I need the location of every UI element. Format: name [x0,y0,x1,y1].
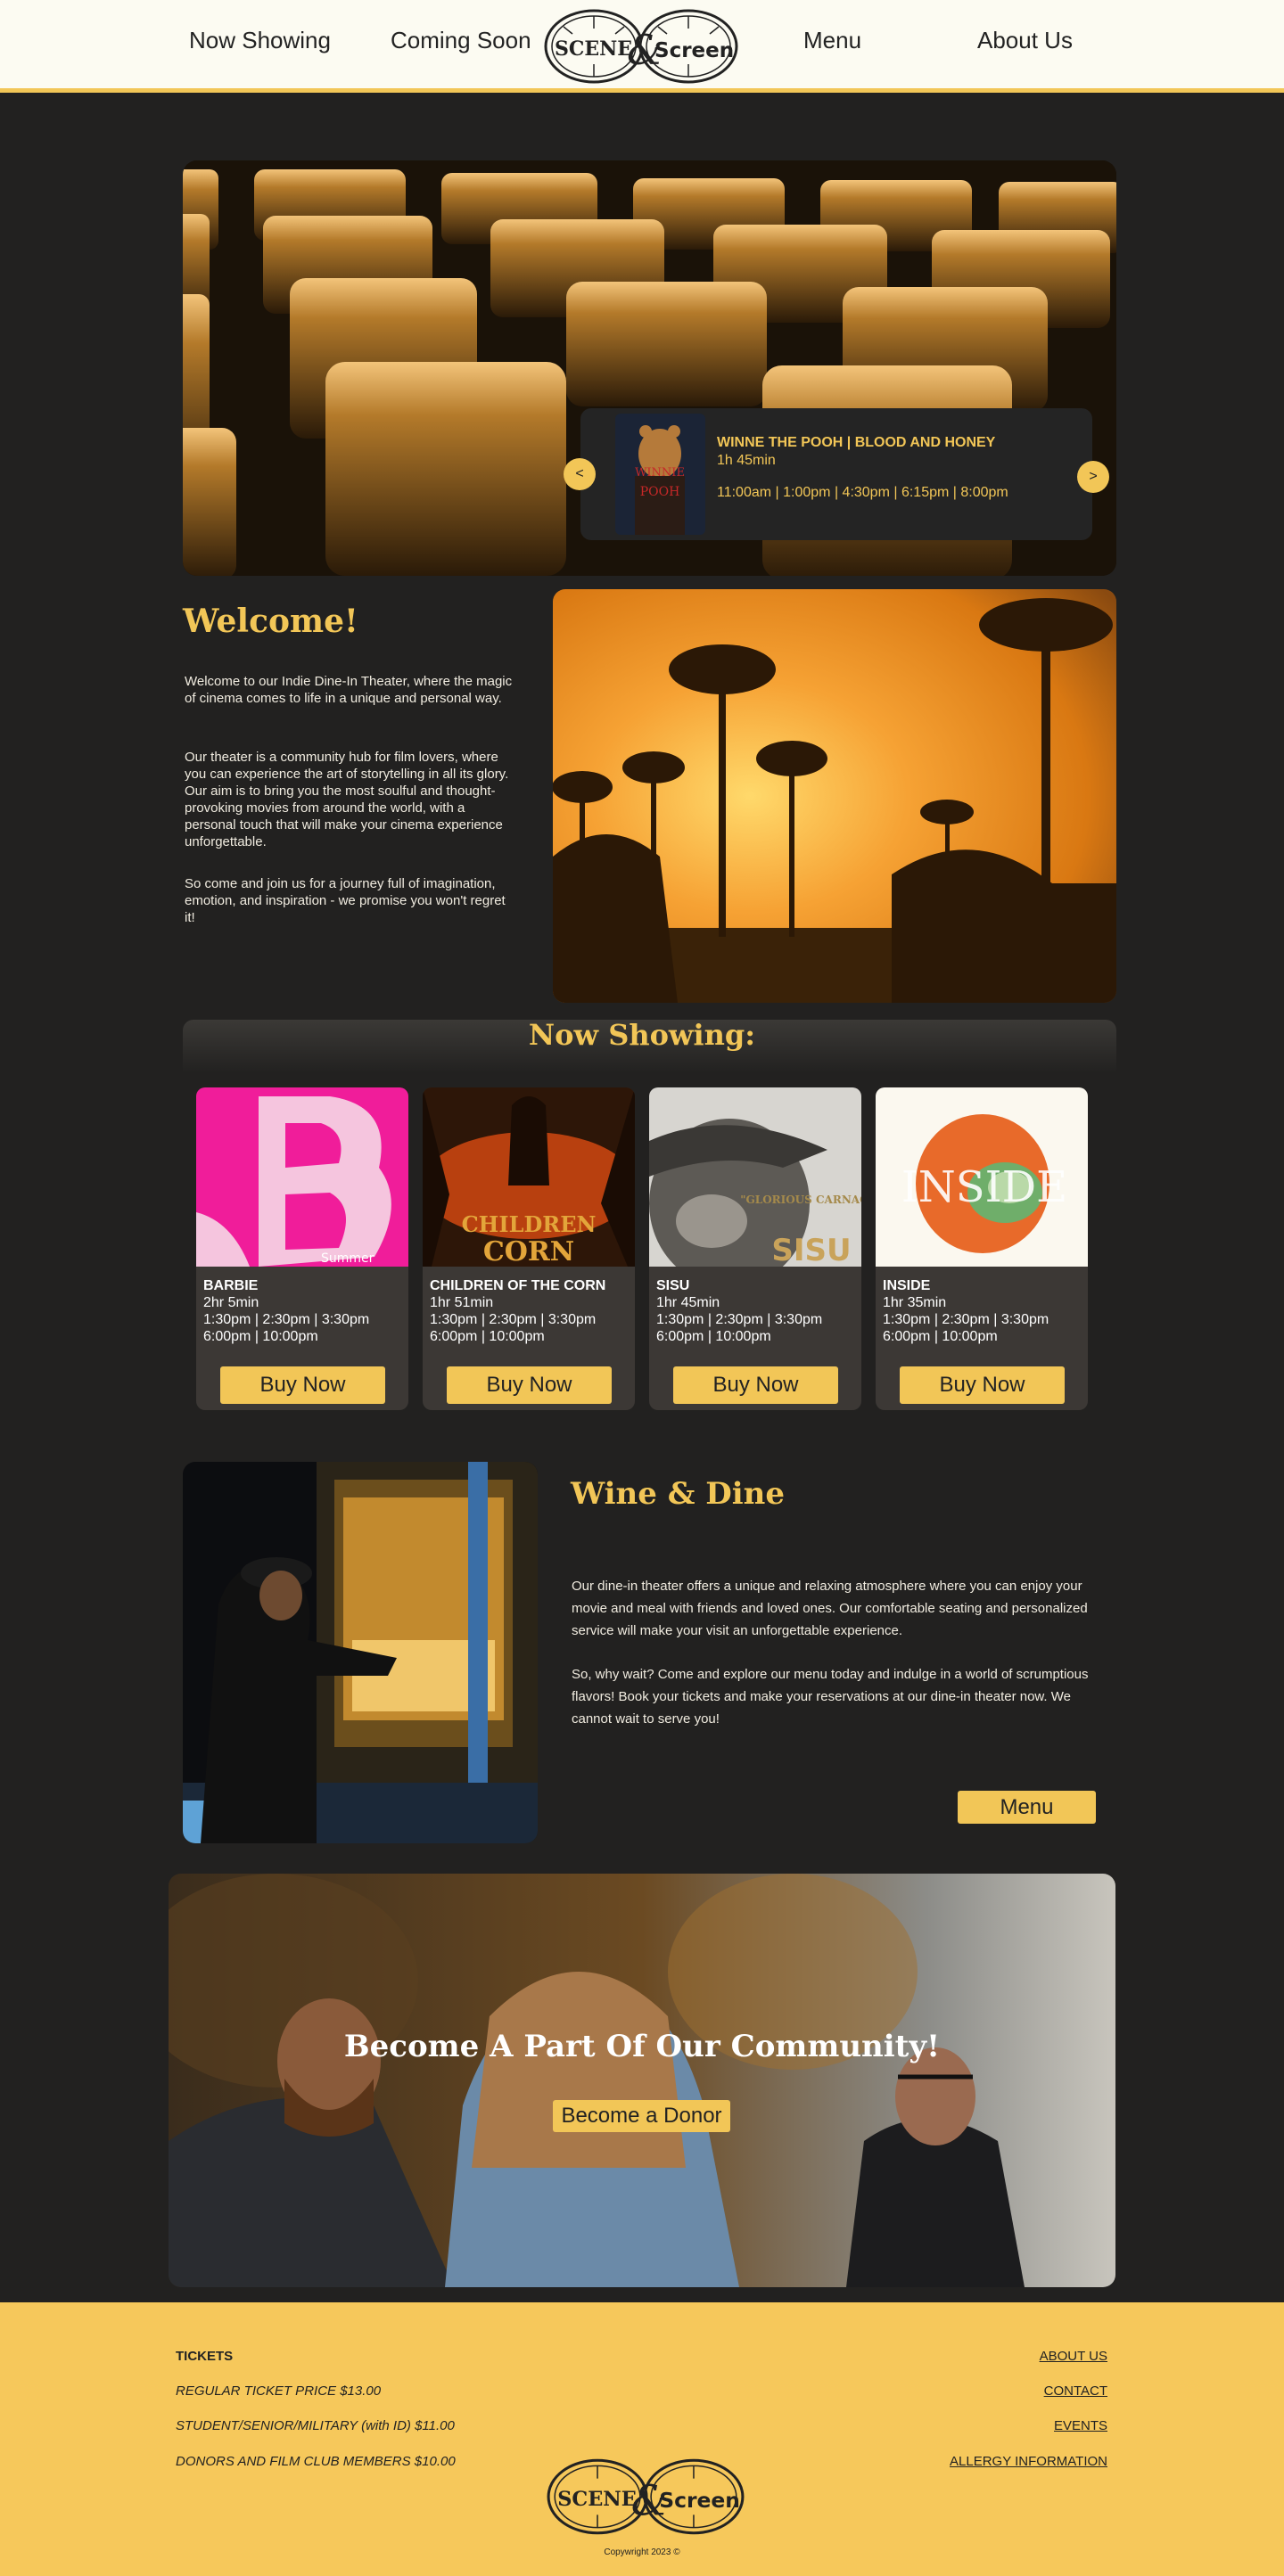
corn-poster-text-2: CORN [483,1236,574,1267]
footer-price-regular: REGULAR TICKET PRICE $13.00 [176,2383,382,2399]
nav-coming-soon[interactable]: Coming Soon [391,27,531,54]
movie-showtimes-evening: 6:00pm | 10:00pm [430,1329,545,1344]
buy-now-button[interactable]: Buy Now [447,1366,612,1404]
movie-showtimes: 1:30pm | 2:30pm | 3:30pm [883,1312,1049,1327]
movie-title: BARBIE [203,1278,259,1293]
footer-price-donors: DONORS AND FILM CLUB MEMBERS $10.00 [176,2454,456,2469]
footer-link-allergy-information[interactable]: ALLERGY INFORMATION [950,2454,1107,2469]
movie-title: INSIDE [883,1278,931,1293]
movie-runtime: 1hr 35min [883,1295,947,1310]
footer-tickets-heading: TICKETS [176,2349,234,2364]
movie-title: CHILDREN OF THE CORN [430,1278,606,1293]
logo-text-left: SCENE [555,37,632,61]
inside-poster-text: INSIDE [901,1162,1067,1212]
hero-carousel: WINNIE POOH WINNE THE POOH | BLOOD AND H… [183,160,1116,576]
menu-button[interactable]: Menu [958,1791,1096,1824]
featured-movie-runtime: 1h 45min [717,453,776,468]
footer-logo-text-right: Screen [659,2488,740,2513]
movie-runtime: 1hr 51min [430,1295,494,1310]
movie-card-sisu[interactable]: "GLORIOUS CARNAGE" SISU SISU 1hr 45min 1… [649,1087,861,1410]
nav-about-us[interactable]: About Us [977,27,1073,54]
community-banner: Become A Part Of Our Community! Become a… [169,1874,1115,2287]
wine-dine-heading: Wine & Dine [571,1476,785,1512]
become-donor-button[interactable]: Become a Donor [553,2100,730,2132]
sisu-poster-tagline: "GLORIOUS CARNAGE" [740,1194,861,1206]
movie-showtimes-evening: 6:00pm | 10:00pm [656,1329,771,1344]
featured-movie-poster[interactable]: WINNIE POOH [615,414,705,535]
community-heading: Become A Part Of Our Community! [343,2029,941,2064]
site-logo[interactable]: SCENE & Screen [542,5,740,87]
footer-logo[interactable]: SCENE & Screen [545,2455,746,2539]
featured-movie-title: WINNE THE POOH | BLOOD AND HONEY [717,435,996,450]
welcome-paragraph-2: Our theater is a community hub for film … [185,750,509,849]
movie-title: SISU [656,1278,690,1293]
movie-runtime: 1hr 45min [656,1295,720,1310]
movie-runtime: 2hr 5min [203,1295,259,1310]
movie-showtimes-evening: 6:00pm | 10:00pm [883,1329,998,1344]
community-people-image [169,1874,1115,2287]
top-nav: Now Showing Coming Soon SCENE & Screen M… [0,0,1284,93]
corn-poster-text-1: CHILDREN [462,1211,597,1237]
sunset-palms-image [553,589,1116,1003]
sisu-poster-title: SISU [771,1233,851,1267]
movie-poster[interactable]: CHILDREN CORN [423,1087,635,1267]
footer-link-contact[interactable]: CONTACT [1044,2383,1107,2399]
movie-poster[interactable]: "GLORIOUS CARNAGE" SISU [649,1087,861,1267]
featured-movie-showtimes: 11:00am | 1:00pm | 4:30pm | 6:15pm | 8:0… [717,485,1008,500]
movie-poster[interactable]: INSIDE [876,1087,1088,1267]
welcome-paragraph-3: So come and join us for a journey full o… [185,876,506,925]
carousel-next-button[interactable]: > [1077,461,1109,493]
buy-now-button[interactable]: Buy Now [220,1366,385,1404]
movie-card-barbie[interactable]: Summer BARBIE 2hr 5min 1:30pm | 2:30pm |… [196,1087,408,1410]
footer-link-events[interactable]: EVENTS [1054,2418,1107,2433]
wine-dine-paragraph-2: So, why wait? Come and explore our menu … [572,1667,1089,1727]
welcome-heading: Welcome! [183,603,358,640]
footer-logo-text-left: SCENE [557,2488,637,2511]
copyright-text: Copywright 2023 © [604,2547,680,2557]
movie-poster[interactable]: Summer [196,1087,408,1267]
buy-now-button[interactable]: Buy Now [673,1366,838,1404]
movie-card-inside[interactable]: INSIDE INSIDE 1hr 35min 1:30pm | 2:30pm … [876,1087,1088,1410]
featured-movie-card[interactable]: WINNIE POOH WINNE THE POOH | BLOOD AND H… [580,408,1092,540]
barbie-poster-text: Summer [321,1251,374,1266]
movie-card-children-of-the-corn[interactable]: CHILDREN CORN CHILDREN OF THE CORN 1hr 5… [423,1087,635,1410]
carousel-prev-button[interactable]: < [564,458,596,490]
movie-showtimes: 1:30pm | 2:30pm | 3:30pm [203,1312,370,1327]
movie-showtimes: 1:30pm | 2:30pm | 3:30pm [656,1312,823,1327]
logo-text-right: Screen [654,39,734,62]
footer-price-student: STUDENT/SENIOR/MILITARY (with ID) $11.00 [176,2418,455,2433]
buy-now-button[interactable]: Buy Now [900,1366,1065,1404]
wine-dine-paragraph-1: Our dine-in theater offers a unique and … [572,1579,1088,1638]
welcome-paragraph-1: Welcome to our Indie Dine-In Theater, wh… [185,674,513,706]
featured-poster-text-2: POOH [640,485,680,499]
nav-menu[interactable]: Menu [803,27,861,54]
nav-now-showing[interactable]: Now Showing [189,27,331,54]
movie-showtimes: 1:30pm | 2:30pm | 3:30pm [430,1312,597,1327]
movie-showtimes-evening: 6:00pm | 10:00pm [203,1329,318,1344]
now-showing-heading: Now Showing: [528,1018,756,1052]
featured-poster-text-1: WINNIE [635,466,685,480]
popcorn-machine-image [183,1462,538,1843]
footer-link-about-us[interactable]: ABOUT US [1040,2349,1107,2364]
